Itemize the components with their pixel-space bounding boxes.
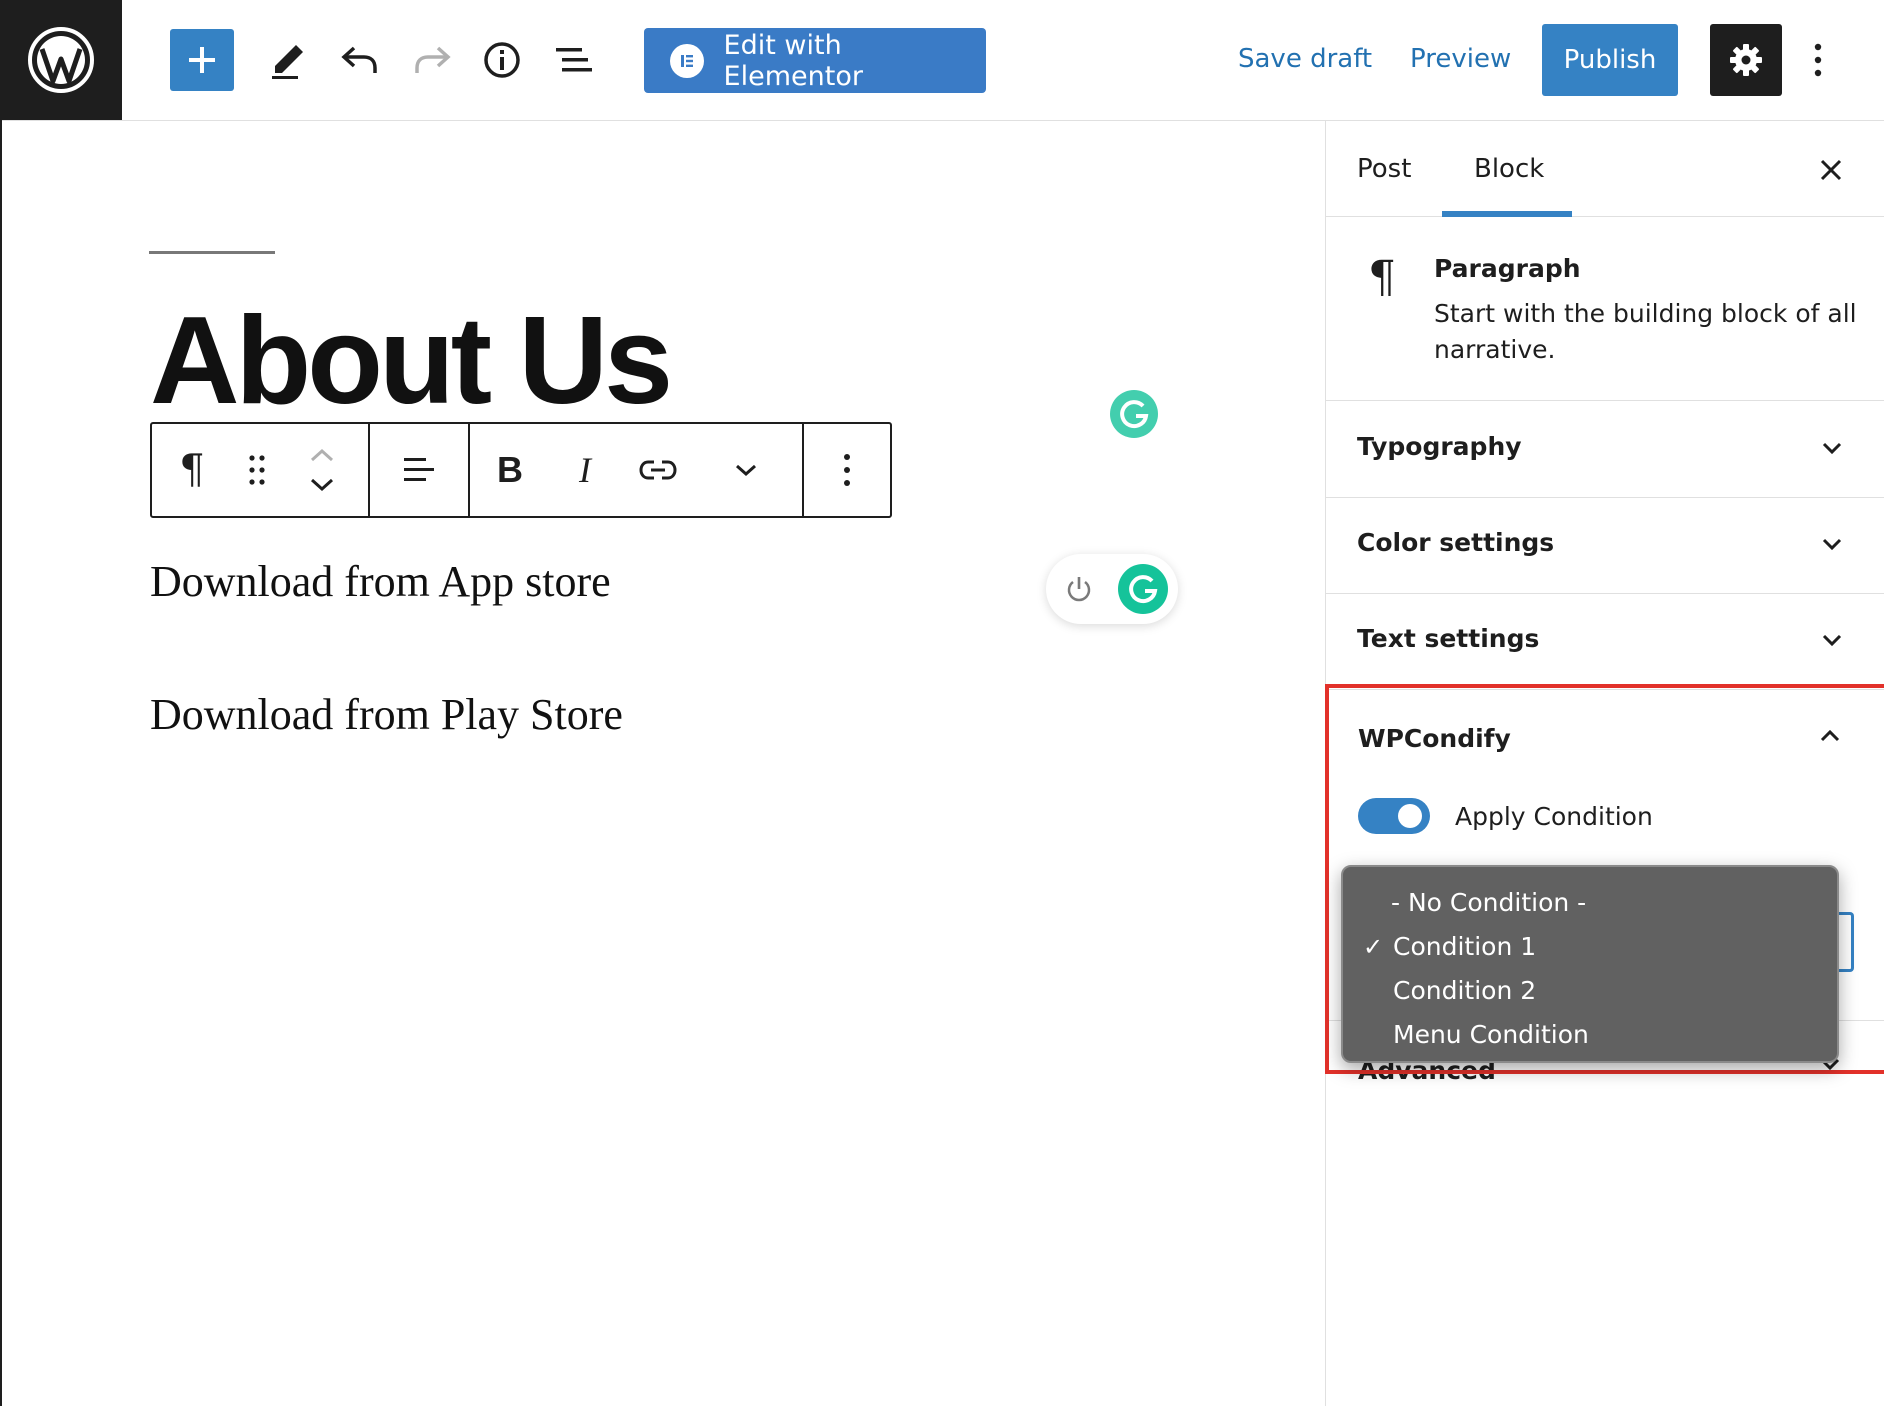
condition-dropdown-menu: - No Condition - ✓ Condition 1 Condition … [1341,865,1839,1063]
tools-pencil-button[interactable] [264,36,312,84]
block-card-title: Paragraph [1434,254,1581,283]
editor-left-border [0,120,2,1406]
vertical-ellipsis-icon [844,454,850,486]
gear-icon [1730,44,1762,76]
elementor-icon [670,43,704,78]
title-separator [149,251,275,254]
drag-handle-icon [249,455,265,485]
paragraph-block-type-button[interactable]: ¶ [152,424,232,516]
italic-icon: I [579,450,591,490]
panel-title: Typography [1357,432,1522,461]
redo-button[interactable] [408,38,456,82]
paragraph-block[interactable]: Download from Play Store [150,689,623,740]
close-sidebar-button[interactable] [1814,150,1848,190]
wpcondify-panel-title[interactable]: WPCondify [1358,724,1511,753]
apply-condition-label: Apply Condition [1455,802,1653,831]
add-block-button[interactable] [170,29,234,91]
tab-block[interactable]: Block [1474,154,1544,184]
dropdown-option[interactable]: Menu Condition [1343,1013,1837,1057]
bold-button[interactable]: B [470,424,550,516]
panel-title: Text settings [1357,624,1540,653]
chevron-down-icon [1822,634,1842,647]
chevron-down-icon [1822,442,1842,455]
pencil-icon [272,45,303,79]
panel-typography[interactable]: Typography [1325,402,1884,498]
align-button[interactable] [370,424,470,516]
toggle-knob [1398,804,1422,828]
align-left-icon [404,458,434,481]
preview-button[interactable]: Preview [1410,44,1511,74]
undo-button[interactable] [336,38,384,82]
edit-with-elementor-button[interactable]: Edit with Elementor [644,28,986,93]
chevron-up-icon[interactable] [1814,720,1846,752]
info-icon [484,42,520,78]
undo-icon [341,46,377,73]
block-toolbar-group-format: B I [470,424,804,516]
dropdown-option[interactable]: - No Condition - [1343,881,1837,925]
list-view-button[interactable] [550,40,598,80]
power-icon[interactable] [1064,574,1094,604]
move-arrows [282,424,362,516]
close-icon [1820,159,1842,181]
block-toolbar-group-move: ¶ [152,424,370,516]
drag-handle[interactable] [232,424,282,516]
more-formats-button[interactable] [696,424,796,516]
paragraph-block[interactable]: Download from App store [150,556,611,607]
grammarly-icon[interactable] [1110,390,1158,438]
dropdown-option[interactable]: Condition 2 [1343,969,1837,1013]
dropdown-option-selected[interactable]: ✓ Condition 1 [1343,925,1837,969]
publish-button[interactable]: Publish [1542,24,1678,96]
chevron-down-icon [1822,538,1842,551]
link-button[interactable] [620,424,696,516]
list-view-icon [556,48,592,72]
panel-text-settings[interactable]: Text settings [1325,594,1884,690]
vertical-ellipsis-icon [1814,43,1822,77]
block-options-button[interactable] [804,424,890,516]
checkmark-icon: ✓ [1363,933,1384,961]
chevron-down-icon [736,464,756,477]
panel-title: Color settings [1357,528,1555,557]
redo-icon [415,46,451,73]
details-button[interactable] [478,36,526,84]
more-options-button[interactable] [1800,30,1836,90]
italic-button[interactable]: I [550,424,620,516]
active-tab-indicator [1442,211,1572,217]
save-draft-button[interactable]: Save draft [1238,44,1372,74]
bold-icon: B [497,449,523,490]
wordpress-logo-icon[interactable] [0,0,122,120]
block-card-description: Start with the building block of all nar… [1434,299,1857,364]
paragraph-icon: ¶ [1368,252,1396,303]
post-title[interactable]: About Us [150,296,673,426]
grammarly-icon[interactable] [1118,564,1168,614]
panel-color-settings[interactable]: Color settings [1325,498,1884,594]
block-toolbar: ¶ B I [150,422,892,518]
tab-post[interactable]: Post [1357,154,1411,184]
paragraph-icon: ¶ [179,447,205,493]
move-down-icon[interactable] [309,477,335,493]
edit-with-elementor-label: Edit with Elementor [723,29,863,92]
move-up-icon[interactable] [309,447,335,463]
plus-icon [189,47,215,73]
link-icon [639,460,677,480]
settings-button[interactable] [1710,24,1782,96]
